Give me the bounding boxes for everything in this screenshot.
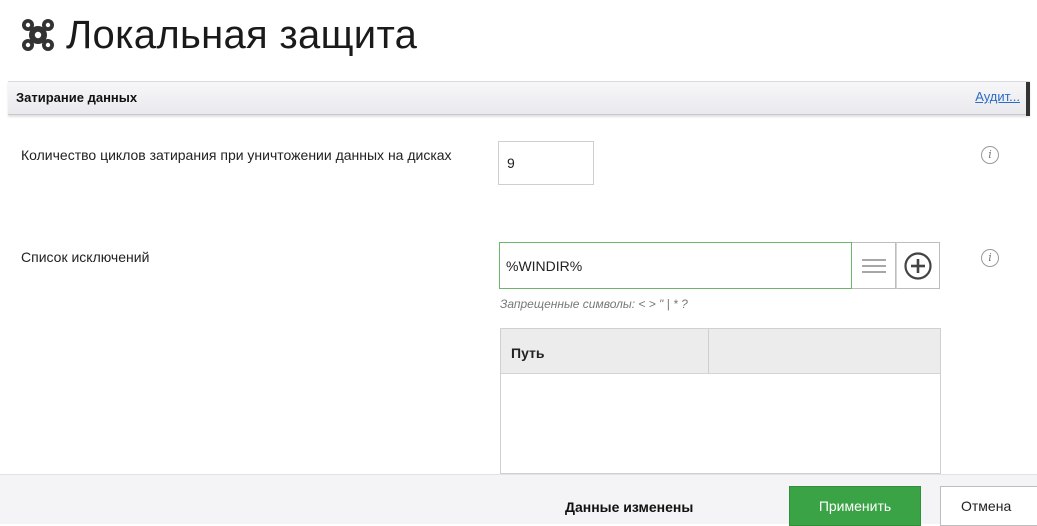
cycles-input[interactable] [498,141,594,185]
section-title: Затирание данных [16,90,138,105]
shield-cogs-icon [22,19,54,51]
section-header: Затирание данных Аудит... [8,81,1030,116]
page-title: Локальная защита [66,12,418,57]
list-button[interactable] [852,242,896,289]
apply-button[interactable]: Применить [789,486,921,526]
footer-bar: Данные изменены Применить Отмена [0,474,1037,526]
info-icon[interactable]: i [981,249,999,267]
exclusion-path-input[interactable] [499,242,852,289]
audit-link[interactable]: Аудит... [975,89,1020,104]
page-header: Локальная защита [16,8,417,62]
cancel-button[interactable]: Отмена [940,486,1037,526]
forbidden-chars-hint: Запрещенные символы: < > " | * ? [500,297,688,311]
info-icon[interactable]: i [981,146,999,164]
column-header-empty [709,329,940,373]
cycles-label: Количество циклов затирания при уничтоже… [21,147,452,163]
exclusions-table: Путь [500,328,941,474]
list-icon [861,258,886,273]
exclusions-label: Список исключений [21,249,150,265]
plus-circle-icon [904,251,932,280]
table-header: Путь [501,329,940,374]
add-exclusion-button[interactable] [896,242,940,289]
column-header-path[interactable]: Путь [501,329,709,373]
status-text: Данные изменены [565,499,694,515]
